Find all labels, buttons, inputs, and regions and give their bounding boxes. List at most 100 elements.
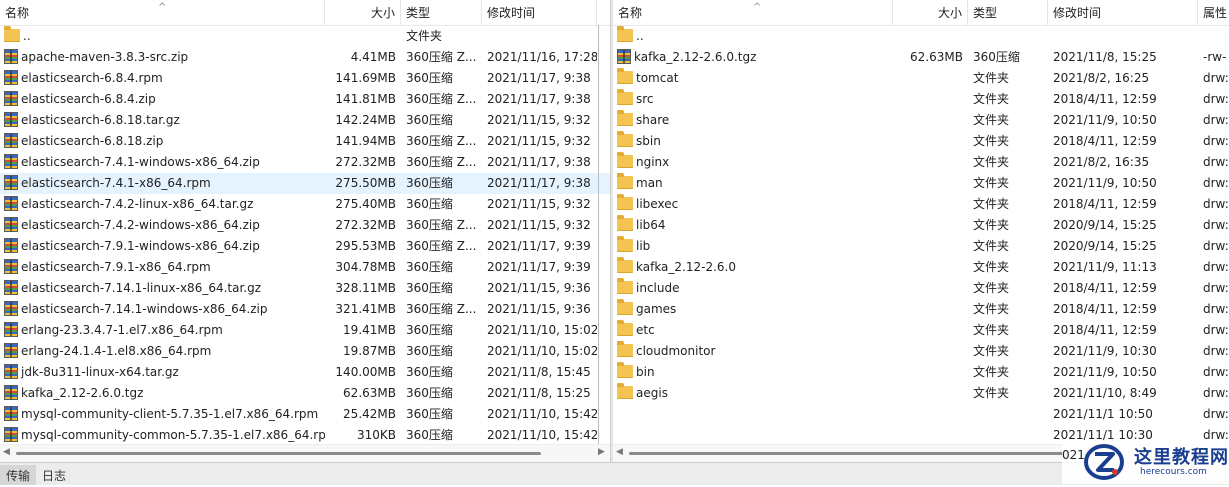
file-row[interactable]: libexec 文件夹 2018/4/11, 12:59 drw: xyxy=(613,194,1229,215)
local-file-pane[interactable]: 名称 ^ 大小 类型 修改时间 .. 文件夹 apache-maven-3.8.3-… xyxy=(0,0,610,462)
file-row[interactable]: elasticsearch-7.4.1-x86_64.rpm 275.50MB 36… xyxy=(0,173,610,194)
file-size-cell: 25.42MB xyxy=(325,404,401,425)
file-modified-cell: 2021/11/9, 10:50 xyxy=(1048,362,1198,383)
file-row[interactable]: mysql-community-client-5.7.35-1.el7.x86_… xyxy=(0,404,610,425)
remote-file-pane[interactable]: 名称 ^ 大小 类型 修改时间 属性 .. kafka_2.12-2.6.0.tg… xyxy=(613,0,1229,462)
column-header-attributes[interactable]: 属性 xyxy=(1198,0,1229,25)
file-name-text: kafka_2.12-2.6.0.tgz xyxy=(634,50,757,64)
file-size-text: 272.32MB xyxy=(335,218,396,232)
file-row[interactable]: kafka_2.12-2.6.0.tgz 62.63MB 360压缩 2021/11/… xyxy=(0,383,610,404)
file-row[interactable]: elasticsearch-6.8.18.tar.gz 142.24MB 360压缩… xyxy=(0,110,610,131)
file-row[interactable]: include 文件夹 2018/4/11, 12:59 drw: xyxy=(613,278,1229,299)
file-attrs-cell: drw: xyxy=(1198,194,1229,215)
file-row[interactable]: mysql-community-common-5.7.35-1.el7.x86_… xyxy=(0,425,610,446)
file-name-text: nginx xyxy=(636,155,670,169)
file-modified-cell: 2018/4/11, 12:59 xyxy=(1048,194,1198,215)
tab-log[interactable]: 日志 xyxy=(36,465,72,485)
column-header-modified[interactable]: 修改时间 xyxy=(482,0,597,25)
file-row[interactable]: erlang-24.1.4-1.el8.x86_64.rpm 19.87MB 360… xyxy=(0,341,610,362)
truncated-date-text: 021 xyxy=(1062,448,1085,462)
file-attrs-text: drw: xyxy=(1203,344,1229,358)
file-row[interactable]: games 文件夹 2018/4/11, 12:59 drw: xyxy=(613,299,1229,320)
archive-icon xyxy=(617,49,631,64)
column-header-type[interactable]: 类型 xyxy=(401,0,482,25)
file-modified-text: 2021/11/17, 9:38 xyxy=(487,71,591,85)
file-type-text: 文件夹 xyxy=(973,365,1010,379)
file-row[interactable]: lib64 文件夹 2020/9/14, 15:25 drw: xyxy=(613,215,1229,236)
file-row[interactable]: lib 文件夹 2020/9/14, 15:25 drw: xyxy=(613,236,1229,257)
column-header-type[interactable]: 类型 xyxy=(968,0,1048,25)
file-name-text: erlang-23.3.4.7-1.el7.x86_64.rpm xyxy=(21,323,223,337)
file-row[interactable]: nginx 文件夹 2021/8/2, 16:35 drw: xyxy=(613,152,1229,173)
scroll-left-icon[interactable]: ◀ xyxy=(3,447,10,457)
local-scroll-thumb[interactable] xyxy=(16,452,541,455)
file-size-cell xyxy=(893,341,968,362)
file-row[interactable]: etc 文件夹 2018/4/11, 12:59 drw: xyxy=(613,320,1229,341)
file-size-cell: 321.41MB xyxy=(325,299,401,320)
tab-transfer[interactable]: 传输 xyxy=(0,465,37,485)
file-name-cell: elasticsearch-7.4.1-windows-x86_64.zip xyxy=(0,152,325,173)
column-header-modified[interactable]: 修改时间 xyxy=(1048,0,1198,25)
file-row[interactable]: man 文件夹 2021/11/9, 10:50 drw: xyxy=(613,173,1229,194)
file-row[interactable]: aegis 文件夹 2021/11/10, 8:49 drw: xyxy=(613,383,1229,404)
file-name-cell: games xyxy=(613,299,893,320)
file-row[interactable]: 2021/11/1 10:50 drw: xyxy=(613,404,1229,425)
file-row[interactable]: tomcat 文件夹 2021/8/2, 16:25 drw: xyxy=(613,68,1229,89)
file-row[interactable]: bin 文件夹 2021/11/9, 10:50 drw: xyxy=(613,362,1229,383)
file-row[interactable]: elasticsearch-7.14.1-windows-x86_64.zip 3… xyxy=(0,299,610,320)
file-name-cell: aegis xyxy=(613,383,893,404)
folder-icon xyxy=(617,173,633,189)
remote-scroll-thumb[interactable] xyxy=(629,452,1069,455)
file-type-text: 文件夹 xyxy=(973,218,1010,232)
file-attrs-cell: drw: xyxy=(1198,257,1229,278)
file-row[interactable]: .. 文件夹 xyxy=(0,26,610,47)
file-size-cell: 140.00MB xyxy=(325,362,401,383)
file-modified-text: 2021/11/17, 9:38 xyxy=(487,176,591,190)
file-attrs-cell: drw: xyxy=(1198,299,1229,320)
file-modified-text: 2021/8/2, 16:25 xyxy=(1053,71,1150,85)
column-header-name[interactable]: 名称 ^ xyxy=(613,0,893,25)
file-size-cell xyxy=(893,362,968,383)
file-row[interactable]: .. xyxy=(613,26,1229,47)
file-row[interactable]: elasticsearch-7.9.1-windows-x86_64.zip 29… xyxy=(0,236,610,257)
file-row[interactable]: elasticsearch-7.4.2-linux-x86_64.tar.gz 2… xyxy=(0,194,610,215)
file-name-text: kafka_2.12-2.6.0 xyxy=(636,260,736,274)
file-type-text: 文件夹 xyxy=(973,176,1010,190)
file-row[interactable]: kafka_2.12-2.6.0 文件夹 2021/11/9, 11:13 drw: xyxy=(613,257,1229,278)
local-horizontal-scrollbar[interactable]: ◀ ▶ xyxy=(0,444,610,462)
scroll-right-icon[interactable]: ▶ xyxy=(598,447,605,457)
file-row[interactable]: elasticsearch-6.8.18.zip 141.94MB 360压缩 Z.… xyxy=(0,131,610,152)
file-modified-cell: 2018/4/11, 12:59 xyxy=(1048,299,1198,320)
file-name-text: elasticsearch-7.14.1-windows-x86_64.zip xyxy=(21,302,268,316)
archive-icon xyxy=(4,280,18,295)
file-row[interactable]: cloudmonitor 文件夹 2021/11/9, 10:30 drw: xyxy=(613,341,1229,362)
file-row[interactable]: src 文件夹 2018/4/11, 12:59 drw: xyxy=(613,89,1229,110)
file-type-cell: 360压缩 xyxy=(401,404,482,425)
file-row[interactable]: elasticsearch-7.4.2-windows-x86_64.zip 27… xyxy=(0,215,610,236)
file-row[interactable]: jdk-8u311-linux-x64.tar.gz 140.00MB 360压缩 2… xyxy=(0,362,610,383)
file-row[interactable]: elasticsearch-6.8.4.zip 141.81MB 360压缩 Z..… xyxy=(0,89,610,110)
file-row[interactable]: erlang-23.3.4.7-1.el7.x86_64.rpm 19.41MB 3… xyxy=(0,320,610,341)
file-name-text: jdk-8u311-linux-x64.tar.gz xyxy=(21,365,179,379)
file-row[interactable]: apache-maven-3.8.3-src.zip 4.41MB 360压缩 Z.… xyxy=(0,47,610,68)
scroll-left-icon[interactable]: ◀ xyxy=(616,447,623,457)
column-header-size[interactable]: 大小 xyxy=(893,0,968,25)
file-type-text: 文件夹 xyxy=(973,302,1010,316)
file-row[interactable]: kafka_2.12-2.6.0.tgz 62.63MB 360压缩 2021/11/… xyxy=(613,47,1229,68)
file-type-cell: 360压缩 xyxy=(401,173,482,194)
file-name-cell xyxy=(613,425,893,446)
file-name-text: src xyxy=(636,92,654,106)
column-header-name[interactable]: 名称 ^ xyxy=(0,0,325,25)
file-name-text: elasticsearch-6.8.4.rpm xyxy=(21,71,163,85)
column-header-size[interactable]: 大小 xyxy=(325,0,401,25)
file-row[interactable]: share 文件夹 2021/11/9, 10:50 drw: xyxy=(613,110,1229,131)
local-vertical-scrollbar[interactable] xyxy=(598,25,599,445)
file-size-cell xyxy=(893,299,968,320)
file-row[interactable]: elasticsearch-7.4.1-windows-x86_64.zip 27… xyxy=(0,152,610,173)
file-type-text: 文件夹 xyxy=(973,92,1010,106)
file-modified-cell: 2021/11/17, 9:39 xyxy=(482,257,597,278)
file-row[interactable]: elasticsearch-7.9.1-x86_64.rpm 304.78MB 36… xyxy=(0,257,610,278)
file-row[interactable]: sbin 文件夹 2018/4/11, 12:59 drw: xyxy=(613,131,1229,152)
file-row[interactable]: elasticsearch-6.8.4.rpm 141.69MB 360压缩 2021… xyxy=(0,68,610,89)
file-row[interactable]: elasticsearch-7.14.1-linux-x86_64.tar.gz… xyxy=(0,278,610,299)
